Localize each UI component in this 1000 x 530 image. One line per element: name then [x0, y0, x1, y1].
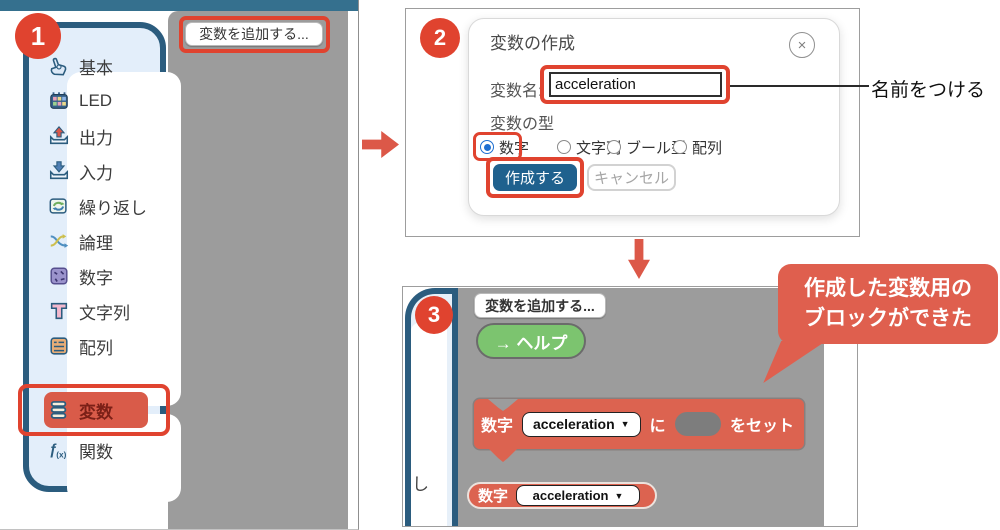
svg-text:(x): (x) — [56, 450, 66, 459]
sidebar-item-loops[interactable]: 繰り返し — [44, 189, 150, 223]
sidebar-item-label: 数字 — [79, 268, 113, 288]
loop-icon — [48, 195, 70, 217]
variable-dropdown[interactable]: acceleration ▼ — [516, 485, 641, 506]
sidebar-item-led[interactable]: LED — [44, 84, 150, 118]
sidebar-item-label: 繰り返し — [79, 198, 147, 218]
variable-dropdown[interactable]: acceleration ▼ — [522, 411, 641, 437]
sidebar-item-label: 出力 — [79, 128, 113, 148]
input-icon — [48, 160, 70, 182]
sidebar-item-variables[interactable]: 変数 — [44, 392, 148, 428]
radio-selected-icon — [480, 140, 494, 154]
editor-top-bar — [0, 0, 358, 11]
step-badge-3: 3 — [415, 296, 453, 334]
radio-type-array[interactable]: 配列 — [673, 138, 722, 157]
radio-icon — [673, 140, 687, 154]
sidebar-item-label: 論理 — [79, 233, 113, 253]
variable-type-label: 変数の型 — [490, 116, 555, 133]
close-icon[interactable]: × — [789, 32, 815, 58]
step-badge-1: 1 — [15, 13, 61, 59]
sidebar-item-functions[interactable]: ƒ (x) 関数 — [44, 433, 150, 467]
help-button[interactable]: → ヘルプ — [476, 323, 586, 359]
sidebar-item-label: 変数 — [79, 402, 113, 422]
sidebar-item-string[interactable]: 文字列 — [44, 294, 150, 328]
set-variable-block[interactable]: 数字 acceleration ▼ に をセット — [474, 399, 804, 449]
radio-type-number[interactable]: 数字 — [480, 138, 529, 157]
sidebar-item-output[interactable]: 出力 — [44, 119, 150, 153]
logic-icon — [48, 230, 70, 252]
flow-arrow-down-icon — [628, 239, 650, 279]
radio-icon — [557, 140, 571, 154]
flow-arrow-right-icon — [362, 131, 399, 158]
sidebar-item-logic[interactable]: 論理 — [44, 224, 150, 258]
string-icon — [48, 300, 70, 322]
add-variable-button[interactable]: 変数を追加する... — [474, 293, 606, 318]
sidebar-item-basic[interactable]: 基本 — [44, 49, 150, 83]
led-icon — [48, 90, 70, 112]
variable-name-input[interactable] — [549, 72, 722, 97]
chevron-down-icon: ▼ — [614, 490, 624, 501]
hand-icon — [48, 55, 70, 77]
sidebar-item-array[interactable]: 配列 — [44, 329, 150, 363]
callout-bubble: 作成した変数用の ブロックができた — [778, 264, 998, 344]
array-icon — [48, 335, 70, 357]
variable-reporter-block[interactable]: 数字 acceleration ▼ — [467, 482, 657, 509]
number-icon — [48, 265, 70, 287]
sidebar-item-number[interactable]: 数字 — [44, 259, 150, 293]
output-icon — [48, 125, 70, 147]
tutorial-canvas: 基本 LED 出力 入力 繰り返し 論理 数字 文字列 配列 変数 ƒ (x) … — [0, 0, 1000, 530]
block-suffix-label: をセット — [729, 418, 794, 435]
sidebar-item-label: 関数 — [79, 442, 113, 462]
block-category-label: 数字 — [481, 418, 514, 435]
radio-icon — [607, 140, 621, 154]
partial-item-text: し — [412, 475, 429, 494]
step-badge-2: 2 — [420, 18, 460, 58]
variable-name-label: 変数名: — [490, 83, 543, 100]
sidebar-item-label: LED — [79, 91, 113, 110]
annotation-name-hint: 名前をつける — [871, 80, 986, 101]
sidebar-item-input[interactable]: 入力 — [44, 154, 150, 188]
block-category-label: 数字 — [478, 488, 509, 505]
variables-flyout-area — [168, 11, 348, 529]
annotation-line — [730, 85, 869, 87]
add-variable-button[interactable]: 変数を追加する... — [185, 22, 323, 46]
chevron-down-icon: ▼ — [620, 419, 630, 429]
create-button[interactable]: 作成する — [493, 164, 577, 191]
sidebar-item-label: 配列 — [79, 338, 113, 358]
variable-icon — [48, 399, 70, 421]
function-icon: ƒ (x) — [48, 439, 70, 461]
block-particle-label: に — [649, 418, 666, 435]
value-input-slot[interactable] — [674, 412, 721, 436]
sidebar-group-fragment — [411, 323, 447, 526]
sidebar-item-label: 入力 — [79, 163, 113, 183]
panel-step1-editor: 基本 LED 出力 入力 繰り返し 論理 数字 文字列 配列 変数 ƒ (x) … — [0, 0, 359, 530]
sidebar-item-label: 文字列 — [79, 303, 130, 323]
dialog-title: 変数の作成 — [490, 34, 575, 53]
cancel-button[interactable]: キャンセル — [587, 164, 676, 191]
sidebar-item-label: 基本 — [79, 58, 113, 78]
